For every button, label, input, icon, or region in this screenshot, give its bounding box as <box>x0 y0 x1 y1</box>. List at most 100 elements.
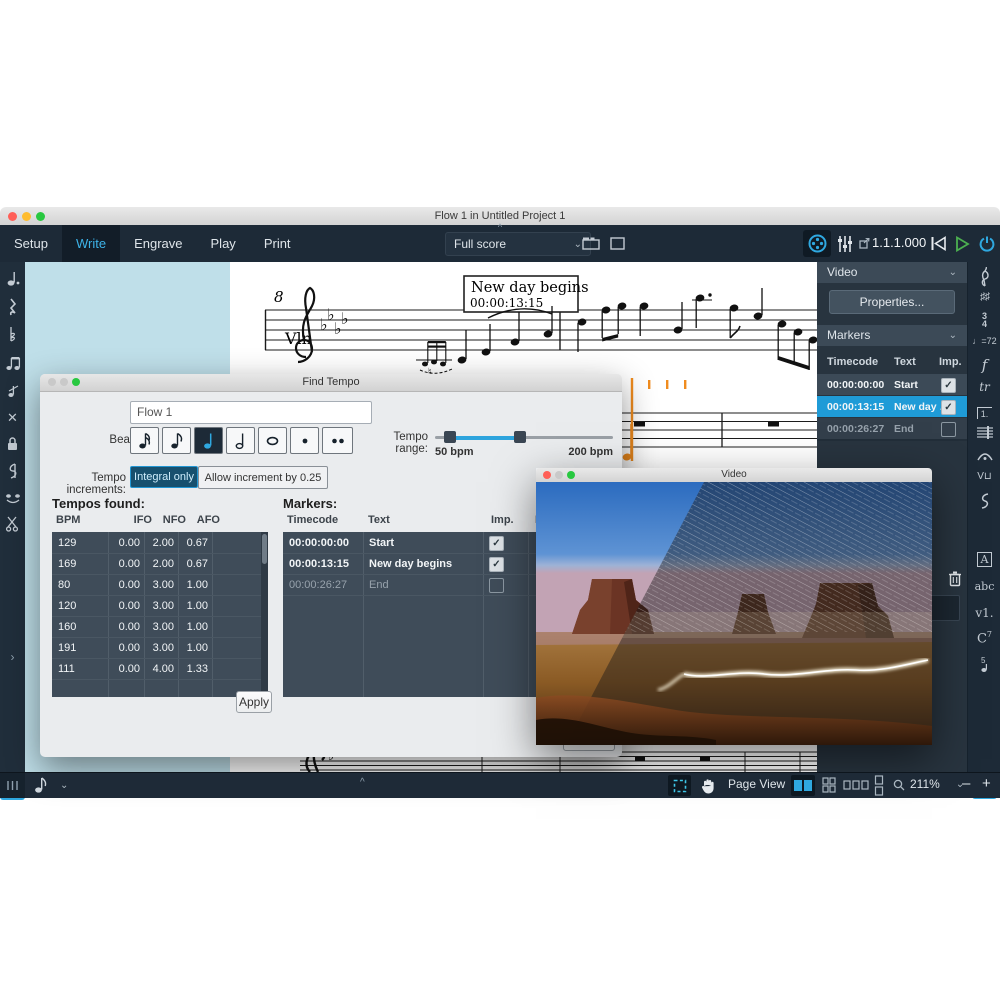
imp-checkbox[interactable]: ✓ <box>941 378 956 393</box>
notes-phrase-2[interactable] <box>577 302 683 352</box>
marker-row-selected[interactable]: 00:00:13:15 New day … ✓ <box>817 396 967 417</box>
expand-left-panel-chevron[interactable]: › <box>0 650 25 664</box>
tempo-range-slider[interactable]: 50 bpm 200 bpm <box>435 427 613 457</box>
page-spread-button[interactable] <box>791 775 815 796</box>
activate-project-button[interactable] <box>975 233 998 254</box>
tempos-table[interactable]: 129 0.00 2.00 0.67 169 0.00 2.00 0.67 80… <box>52 532 268 697</box>
scissors-icon[interactable] <box>0 516 25 537</box>
panel-toggle-button[interactable] <box>0 773 25 798</box>
layout-select[interactable]: Full score ⌄ <box>445 232 591 256</box>
bpm-cell[interactable]: 111 <box>58 663 75 675</box>
minimize-window-button[interactable] <box>22 212 31 221</box>
whole-rest[interactable] <box>634 422 645 427</box>
marker-text[interactable]: End <box>369 579 389 591</box>
collapse-bottom-caret[interactable]: ^ <box>360 777 365 788</box>
marker-timecode[interactable]: 00:00:26:27 <box>289 579 347 591</box>
pages-horizontal-button[interactable] <box>843 780 869 793</box>
repeat-endings-icon[interactable]: 1. <box>968 404 1000 422</box>
marker-timecode[interactable]: 00:00:13:15 <box>289 558 349 570</box>
tab-engrave[interactable]: Engrave <box>120 225 196 262</box>
tab-write[interactable]: Write <box>62 225 120 262</box>
marker-timecode[interactable]: 00:00:00:00 <box>289 537 349 549</box>
beat-unit-quarter-selected[interactable] <box>194 427 223 454</box>
imp-checkbox[interactable] <box>489 578 504 593</box>
flow-input[interactable]: Flow 1 <box>130 401 372 424</box>
close-dialog-button[interactable] <box>48 378 56 386</box>
beat-unit-eighth[interactable] <box>162 427 191 454</box>
collapse-toolbar-caret[interactable]: ^ <box>492 222 508 232</box>
bpm-cell[interactable]: 129 <box>58 537 76 549</box>
zoom-in-button[interactable]: + <box>982 775 991 792</box>
video-window[interactable]: Video <box>536 468 932 745</box>
mixer-button[interactable] <box>833 230 857 257</box>
rewind-to-start-button[interactable] <box>926 233 950 254</box>
video-titlebar[interactable]: Video <box>536 468 932 483</box>
zoom-video-button[interactable] <box>567 471 575 479</box>
zoom-window-button[interactable] <box>36 212 45 221</box>
pages-vertical-button[interactable] <box>874 775 884 799</box>
x-notehead-icon[interactable]: ✕ <box>0 410 25 426</box>
fullscreen-frame-icon[interactable] <box>607 234 627 252</box>
bpm-cell[interactable]: 160 <box>58 621 76 633</box>
zoom-level-select[interactable]: 211% ⌄ <box>910 777 964 791</box>
playing-techniques-icon[interactable]: V⊔ <box>968 471 1000 482</box>
bpm-cell[interactable]: 191 <box>58 642 76 654</box>
scrollbar-thumb[interactable] <box>262 534 267 564</box>
integral-only-toggle[interactable]: Integral only <box>130 466 198 488</box>
holds-pauses-icon[interactable] <box>968 449 1000 467</box>
grace-note-icon[interactable] <box>0 382 25 405</box>
bpm-cell[interactable]: 80 <box>58 579 70 591</box>
marker-row[interactable]: 00:00:00:00 Start ✓ <box>817 374 967 395</box>
zoom-dialog-button[interactable] <box>72 378 80 386</box>
insert-mode-icon[interactable] <box>0 462 25 485</box>
slider-handle-min[interactable] <box>444 431 456 443</box>
glissando-icon[interactable] <box>968 493 1000 514</box>
note-duration-dot-icon[interactable] <box>0 270 25 293</box>
imp-checkbox[interactable]: ✓ <box>489 536 504 551</box>
minimize-video-button[interactable] <box>555 471 563 479</box>
ornaments-icon[interactable]: tr <box>968 380 1000 394</box>
close-video-button[interactable] <box>543 471 551 479</box>
play-button[interactable] <box>950 233 974 254</box>
beat-unit-dot[interactable] <box>290 427 319 454</box>
marker-text[interactable]: Start <box>369 537 394 549</box>
chord-symbols-icon[interactable]: C7 <box>968 630 1000 646</box>
notes-phrase-3[interactable] <box>692 288 817 370</box>
text-frames-icon[interactable]: A <box>968 550 1000 568</box>
note-input-button[interactable] <box>34 776 47 797</box>
note-duration-chevron[interactable]: ⌄ <box>60 780 68 791</box>
bars-barlines-icon[interactable] <box>968 426 1000 445</box>
dynamics-icon[interactable]: f <box>968 356 1000 374</box>
grace-notes[interactable]: ♮ <box>416 341 452 378</box>
tab-play[interactable]: Play <box>197 225 250 262</box>
marker-row[interactable]: 00:00:26:27 End <box>817 418 967 439</box>
dialog-titlebar[interactable]: Find Tempo <box>40 374 622 392</box>
notes-phrase-1[interactable] <box>457 306 553 364</box>
accidental-icon[interactable] <box>0 326 25 349</box>
fingering-icon[interactable]: 5 <box>968 656 1000 679</box>
imp-checkbox[interactable]: ✓ <box>489 557 504 572</box>
imp-checkbox[interactable] <box>941 422 956 437</box>
lyrics-icon[interactable]: abc <box>968 580 1000 593</box>
key-signatures-icon[interactable]: ♯♯ <box>968 291 1000 303</box>
delete-marker-button[interactable] <box>948 570 962 592</box>
marquee-tool-button[interactable] <box>668 775 691 796</box>
quarter-increment-toggle[interactable]: Allow increment by 0.25 <box>198 466 328 489</box>
beat-unit-half[interactable] <box>226 427 255 454</box>
whole-rest[interactable] <box>768 422 779 427</box>
go-to-bar-icon[interactable] <box>858 236 871 250</box>
tabs-view-icon[interactable] <box>580 234 602 252</box>
video-toggle-button[interactable] <box>803 230 831 257</box>
tuplet-icon[interactable] <box>0 354 25 377</box>
rest-icon[interactable] <box>0 298 25 321</box>
marker-text[interactable]: New day begins <box>369 558 452 570</box>
figured-bass-icon[interactable]: v1. <box>968 606 1000 620</box>
imp-checkbox[interactable]: ✓ <box>941 400 956 415</box>
tempo-icon[interactable]: ♩=72 <box>968 336 1000 346</box>
apply-button[interactable]: Apply <box>236 691 272 713</box>
bpm-cell[interactable]: 120 <box>58 600 76 612</box>
tab-setup[interactable]: Setup <box>0 225 62 262</box>
beat-unit-whole[interactable] <box>258 427 287 454</box>
zoom-out-button[interactable]: – <box>962 775 970 792</box>
time-signatures-icon[interactable]: 34 <box>968 312 1000 328</box>
